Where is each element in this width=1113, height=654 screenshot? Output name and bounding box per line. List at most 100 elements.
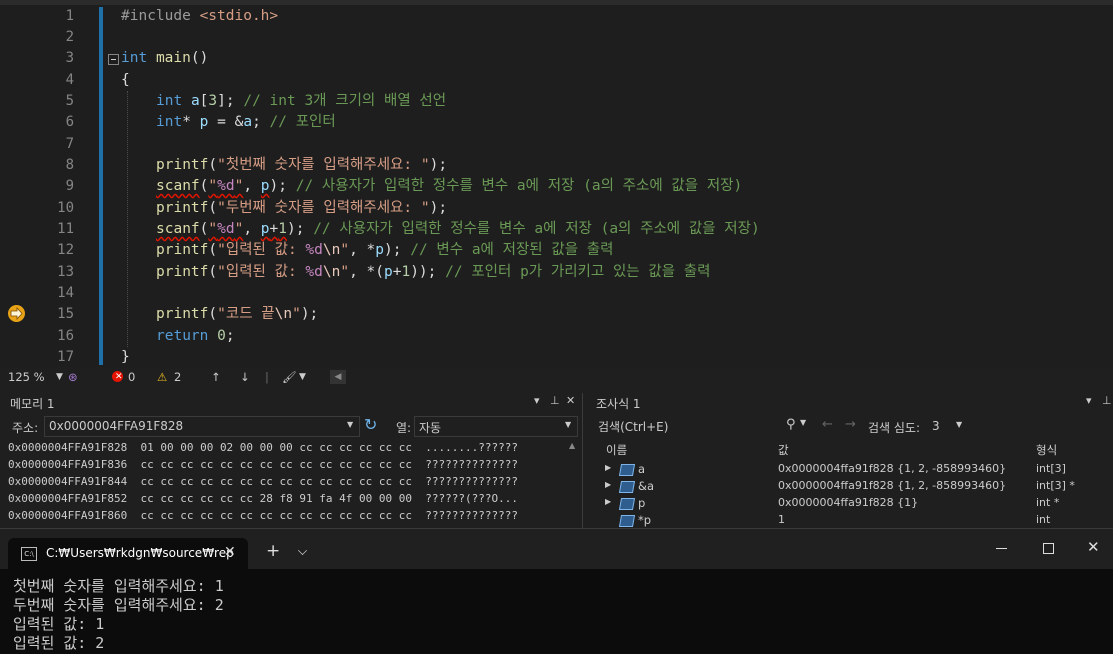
watch-value[interactable]: 0x0000004ffa91f828 {1, 2, -858993460} xyxy=(778,462,1006,475)
line-number: 15 xyxy=(57,306,74,322)
watch-search-input[interactable]: 검색(Ctrl+E) xyxy=(592,415,772,434)
watch-name[interactable]: &a xyxy=(638,479,654,493)
line-number: 9 xyxy=(65,178,74,194)
scroll-left-button[interactable]: ◀ xyxy=(330,370,346,384)
line-number: 17 xyxy=(57,349,74,365)
watch-value[interactable]: 1 xyxy=(778,513,785,526)
watch-value[interactable]: 0x0000004ffa91f828 {1, 2, -858993460} xyxy=(778,479,1006,492)
console-output-line: 입력된 값: 2 xyxy=(13,634,105,652)
warning-count[interactable]: 2 xyxy=(174,367,181,387)
expand-icon[interactable]: ▶ xyxy=(605,463,611,472)
zoom-level[interactable]: 125 % xyxy=(8,367,45,387)
indent-guide xyxy=(127,91,129,347)
window-position-icon[interactable]: ▾ xyxy=(1086,394,1092,407)
variable-icon xyxy=(618,498,636,510)
close-window-button[interactable]: ✕ xyxy=(1087,538,1100,556)
line-number: 5 xyxy=(65,93,74,109)
watch-type: int xyxy=(1036,513,1051,526)
line-number: 1 xyxy=(65,8,74,24)
line-number: 11 xyxy=(57,221,74,237)
terminal-tab-title: C:₩Users₩rkdgn₩source₩rep xyxy=(46,546,234,560)
code-line-15: printf("코드 끝\n"); xyxy=(156,306,319,322)
error-count[interactable]: 0 xyxy=(128,367,135,387)
watch-name[interactable]: *p xyxy=(638,513,651,527)
variable-icon xyxy=(618,464,636,476)
chevron-down-icon[interactable]: ▼ xyxy=(56,367,63,387)
search-icon[interactable]: ⚲ xyxy=(786,417,796,432)
panel-title: 메모리 1 xyxy=(10,397,55,411)
line-number: 2 xyxy=(65,29,74,45)
memory-row[interactable]: 0x0000004FFA91F828 01 00 00 00 02 00 00 … xyxy=(8,441,518,455)
code-line-10: printf("두번째 숫자를 입력해주세요: "); xyxy=(156,200,448,216)
memory-row[interactable]: 0x0000004FFA91F844 cc cc cc cc cc cc cc … xyxy=(8,475,518,489)
change-tracking-bar xyxy=(99,7,103,365)
expand-icon[interactable]: ▶ xyxy=(605,497,611,506)
close-tab-icon[interactable]: ✕ xyxy=(224,544,236,560)
line-number: 16 xyxy=(57,328,74,344)
search-depth-select[interactable]: 3 ▼ xyxy=(926,416,966,435)
memory-window[interactable]: 메모리 1 ▾ ⊥ ✕ 주소: 0x0000004FFA91F828 ▼ ↻ 열… xyxy=(0,393,583,528)
watch-name[interactable]: p xyxy=(638,496,645,510)
editor-status-bar: 125 % ▼ ⊛ ✕ 0 ⚠ 2 ↑ ↓ | 🖌 ▼ ◀ xyxy=(0,367,1113,387)
refresh-icon[interactable]: ↻ xyxy=(364,415,377,434)
code-line-6: int* p = &a; // 포인터 xyxy=(156,114,336,130)
chevron-down-icon[interactable]: ▼ xyxy=(956,420,962,429)
warning-icon[interactable]: ⚠ xyxy=(157,367,167,387)
column-header-value[interactable]: 값 xyxy=(778,442,789,458)
address-input[interactable]: 0x0000004FFA91F828 ▼ xyxy=(44,416,360,437)
maximize-button[interactable] xyxy=(1043,543,1054,554)
console-output-line: 첫번째 숫자를 입력해주세요: 1 xyxy=(13,577,224,595)
chevron-down-icon[interactable]: ▼ xyxy=(299,367,306,387)
chevron-down-icon[interactable]: ▼ xyxy=(800,418,806,427)
minimize-button[interactable] xyxy=(996,548,1007,549)
watch-name[interactable]: a xyxy=(638,462,645,476)
columns-select[interactable]: 자동 ▼ xyxy=(414,416,578,437)
memory-row[interactable]: 0x0000004FFA91F860 cc cc cc cc cc cc cc … xyxy=(8,509,518,523)
search-depth-label: 검색 심도: xyxy=(868,421,921,435)
console-output-line: 두번째 숫자를 입력해주세요: 2 xyxy=(13,596,224,614)
memory-row[interactable]: 0x0000004FFA91F836 cc cc cc cc cc cc cc … xyxy=(8,458,518,472)
previous-issue-button[interactable]: ↑ xyxy=(211,367,221,387)
code-cleanup-icon[interactable]: 🖌 xyxy=(282,367,297,387)
console-output-line: 입력된 값: 1 xyxy=(13,615,105,633)
column-header-name[interactable]: 이름 xyxy=(606,442,627,458)
copilot-icon[interactable]: ⊛ xyxy=(68,367,78,387)
column-header-type[interactable]: 형식 xyxy=(1036,442,1057,458)
watch-type: int * xyxy=(1036,496,1060,509)
console-window[interactable]: C:\ C:₩Users₩rkdgn₩source₩rep ✕ + ✕ 첫번째 … xyxy=(0,528,1113,654)
memory-row[interactable]: 0x0000004FFA91F852 cc cc cc cc cc cc 28 … xyxy=(8,492,518,506)
watch-window[interactable]: 조사식 1 ▾ ⊥ 검색(Ctrl+E) ⚲ ▼ ← → 검색 심도: 3 ▼ … xyxy=(588,393,1113,528)
console-app-icon: C:\ xyxy=(21,547,37,561)
code-line-3: int main() xyxy=(121,50,209,66)
separator: | xyxy=(265,370,269,384)
line-number: 10 xyxy=(57,200,74,216)
line-number: 7 xyxy=(65,136,74,152)
pin-icon[interactable]: ⊥ xyxy=(550,394,560,407)
line-number: 6 xyxy=(65,114,74,130)
collapse-icon[interactable] xyxy=(108,54,119,65)
search-forward-icon[interactable]: → xyxy=(845,417,856,432)
chevron-down-icon[interactable]: ▼ xyxy=(565,420,571,429)
code-line-16: return 0; xyxy=(156,328,235,344)
terminal-tab[interactable]: C:\ C:₩Users₩rkdgn₩source₩rep ✕ xyxy=(8,538,248,569)
chevron-down-icon[interactable]: ▼ xyxy=(347,420,353,429)
code-line-8: printf("첫번째 숫자를 입력해주세요: "); xyxy=(156,157,448,173)
search-back-icon[interactable]: ← xyxy=(822,417,833,432)
new-tab-button[interactable]: + xyxy=(266,541,280,561)
line-number: 12 xyxy=(57,242,74,258)
panel-title: 조사식 1 xyxy=(596,397,641,411)
window-position-icon[interactable]: ▾ xyxy=(534,394,540,407)
pin-icon[interactable]: ⊥ xyxy=(1102,394,1112,407)
scroll-up-icon[interactable]: ▲ xyxy=(569,441,575,450)
watch-type: int[3] * xyxy=(1036,479,1075,492)
address-label: 주소: xyxy=(12,421,39,435)
line-number: 13 xyxy=(57,264,74,280)
code-line-4: { xyxy=(121,72,130,88)
watch-value[interactable]: 0x0000004ffa91f828 {1} xyxy=(778,496,918,509)
close-icon[interactable]: ✕ xyxy=(566,394,575,407)
expand-icon[interactable]: ▶ xyxy=(605,480,611,489)
code-line-17: } xyxy=(121,349,130,365)
code-editor[interactable]: 1 2 3 4 5 6 7 8 9 10 11 12 13 14 15 16 1… xyxy=(0,5,1113,367)
next-issue-button[interactable]: ↓ xyxy=(240,367,250,387)
columns-label: 열: xyxy=(396,421,412,435)
